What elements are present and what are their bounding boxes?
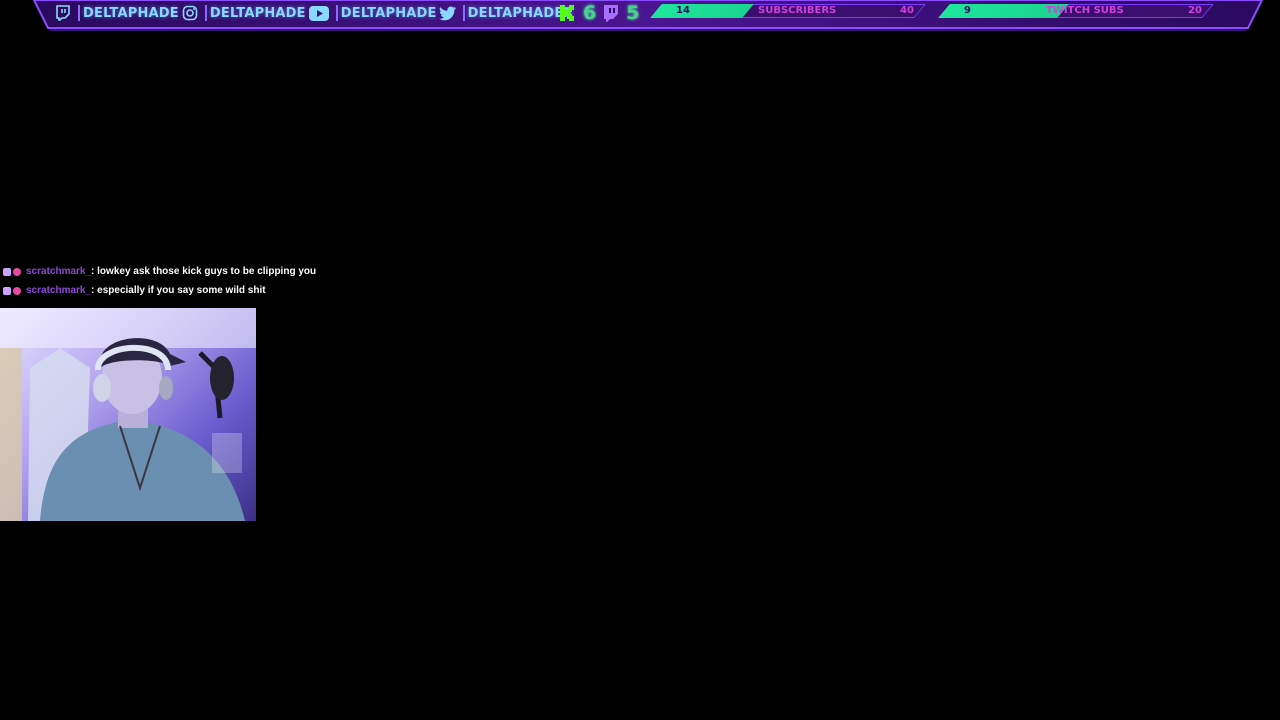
instagram-icon bbox=[181, 4, 199, 22]
social-handle: DELTAPHADE bbox=[340, 5, 437, 21]
social-handle: DELTAPHADE bbox=[83, 5, 179, 21]
social-handle: DELTAPHADE bbox=[209, 5, 306, 21]
badge-icon bbox=[13, 267, 21, 276]
goal-target: 20 bbox=[1188, 5, 1202, 16]
goal-target: 40 bbox=[900, 5, 914, 16]
goal-fill bbox=[650, 4, 755, 18]
webcam-feed bbox=[0, 308, 256, 521]
twitch-icon bbox=[601, 3, 621, 23]
goal-label: TWITCH SUBS bbox=[1046, 5, 1124, 16]
twitter-icon bbox=[438, 4, 457, 22]
divider bbox=[462, 5, 465, 21]
webcam-image bbox=[0, 308, 256, 521]
goal-bar-twitch-subs: 9 TWITCH SUBS 20 bbox=[938, 4, 1214, 18]
chat-overlay: scratchmark_ : lowkey ask those kick guy… bbox=[3, 262, 316, 300]
chat-text: : lowkey ask those kick guys to be clipp… bbox=[91, 266, 317, 277]
divider bbox=[78, 5, 80, 21]
social-instagram[interactable]: DELTAPHADE bbox=[181, 3, 308, 23]
social-youtube[interactable]: DELTAPHADE bbox=[308, 3, 439, 23]
goal-label: SUBSCRIBERS bbox=[758, 5, 837, 16]
chat-username: scratchmark_ bbox=[26, 266, 92, 277]
badge-icon bbox=[3, 267, 11, 276]
social-twitch[interactable]: DELTAPHADE bbox=[54, 3, 181, 23]
twitch-icon bbox=[54, 4, 72, 22]
youtube-icon bbox=[308, 4, 330, 22]
kick-count: 6 bbox=[583, 2, 597, 24]
chat-message: scratchmark_ : lowkey ask those kick guy… bbox=[3, 262, 316, 281]
goal-current: 9 bbox=[964, 5, 971, 16]
kick-icon bbox=[558, 3, 578, 23]
badge-icon bbox=[13, 286, 21, 295]
divider bbox=[335, 5, 338, 21]
social-twitter[interactable]: DELTAPHADEX bbox=[438, 3, 576, 23]
goal-current: 14 bbox=[676, 5, 690, 16]
platform-counters: 6 5 bbox=[558, 2, 639, 24]
divider bbox=[204, 5, 207, 21]
chat-username: scratchmark_ bbox=[26, 285, 92, 296]
chat-text: : especially if you say some wild shit bbox=[91, 285, 266, 296]
twitch-count: 5 bbox=[626, 2, 640, 24]
badge-icon bbox=[3, 286, 11, 295]
stream-overlay-topbar: DELTAPHADE DELTAPHADE DELTAPHADE DELTAPH… bbox=[0, 0, 1280, 34]
goal-bar-subscribers: 14 SUBSCRIBERS 40 bbox=[650, 4, 926, 18]
social-handles: DELTAPHADE DELTAPHADE DELTAPHADE DELTAPH… bbox=[54, 3, 576, 23]
chat-message: scratchmark_ : especially if you say som… bbox=[3, 281, 316, 300]
